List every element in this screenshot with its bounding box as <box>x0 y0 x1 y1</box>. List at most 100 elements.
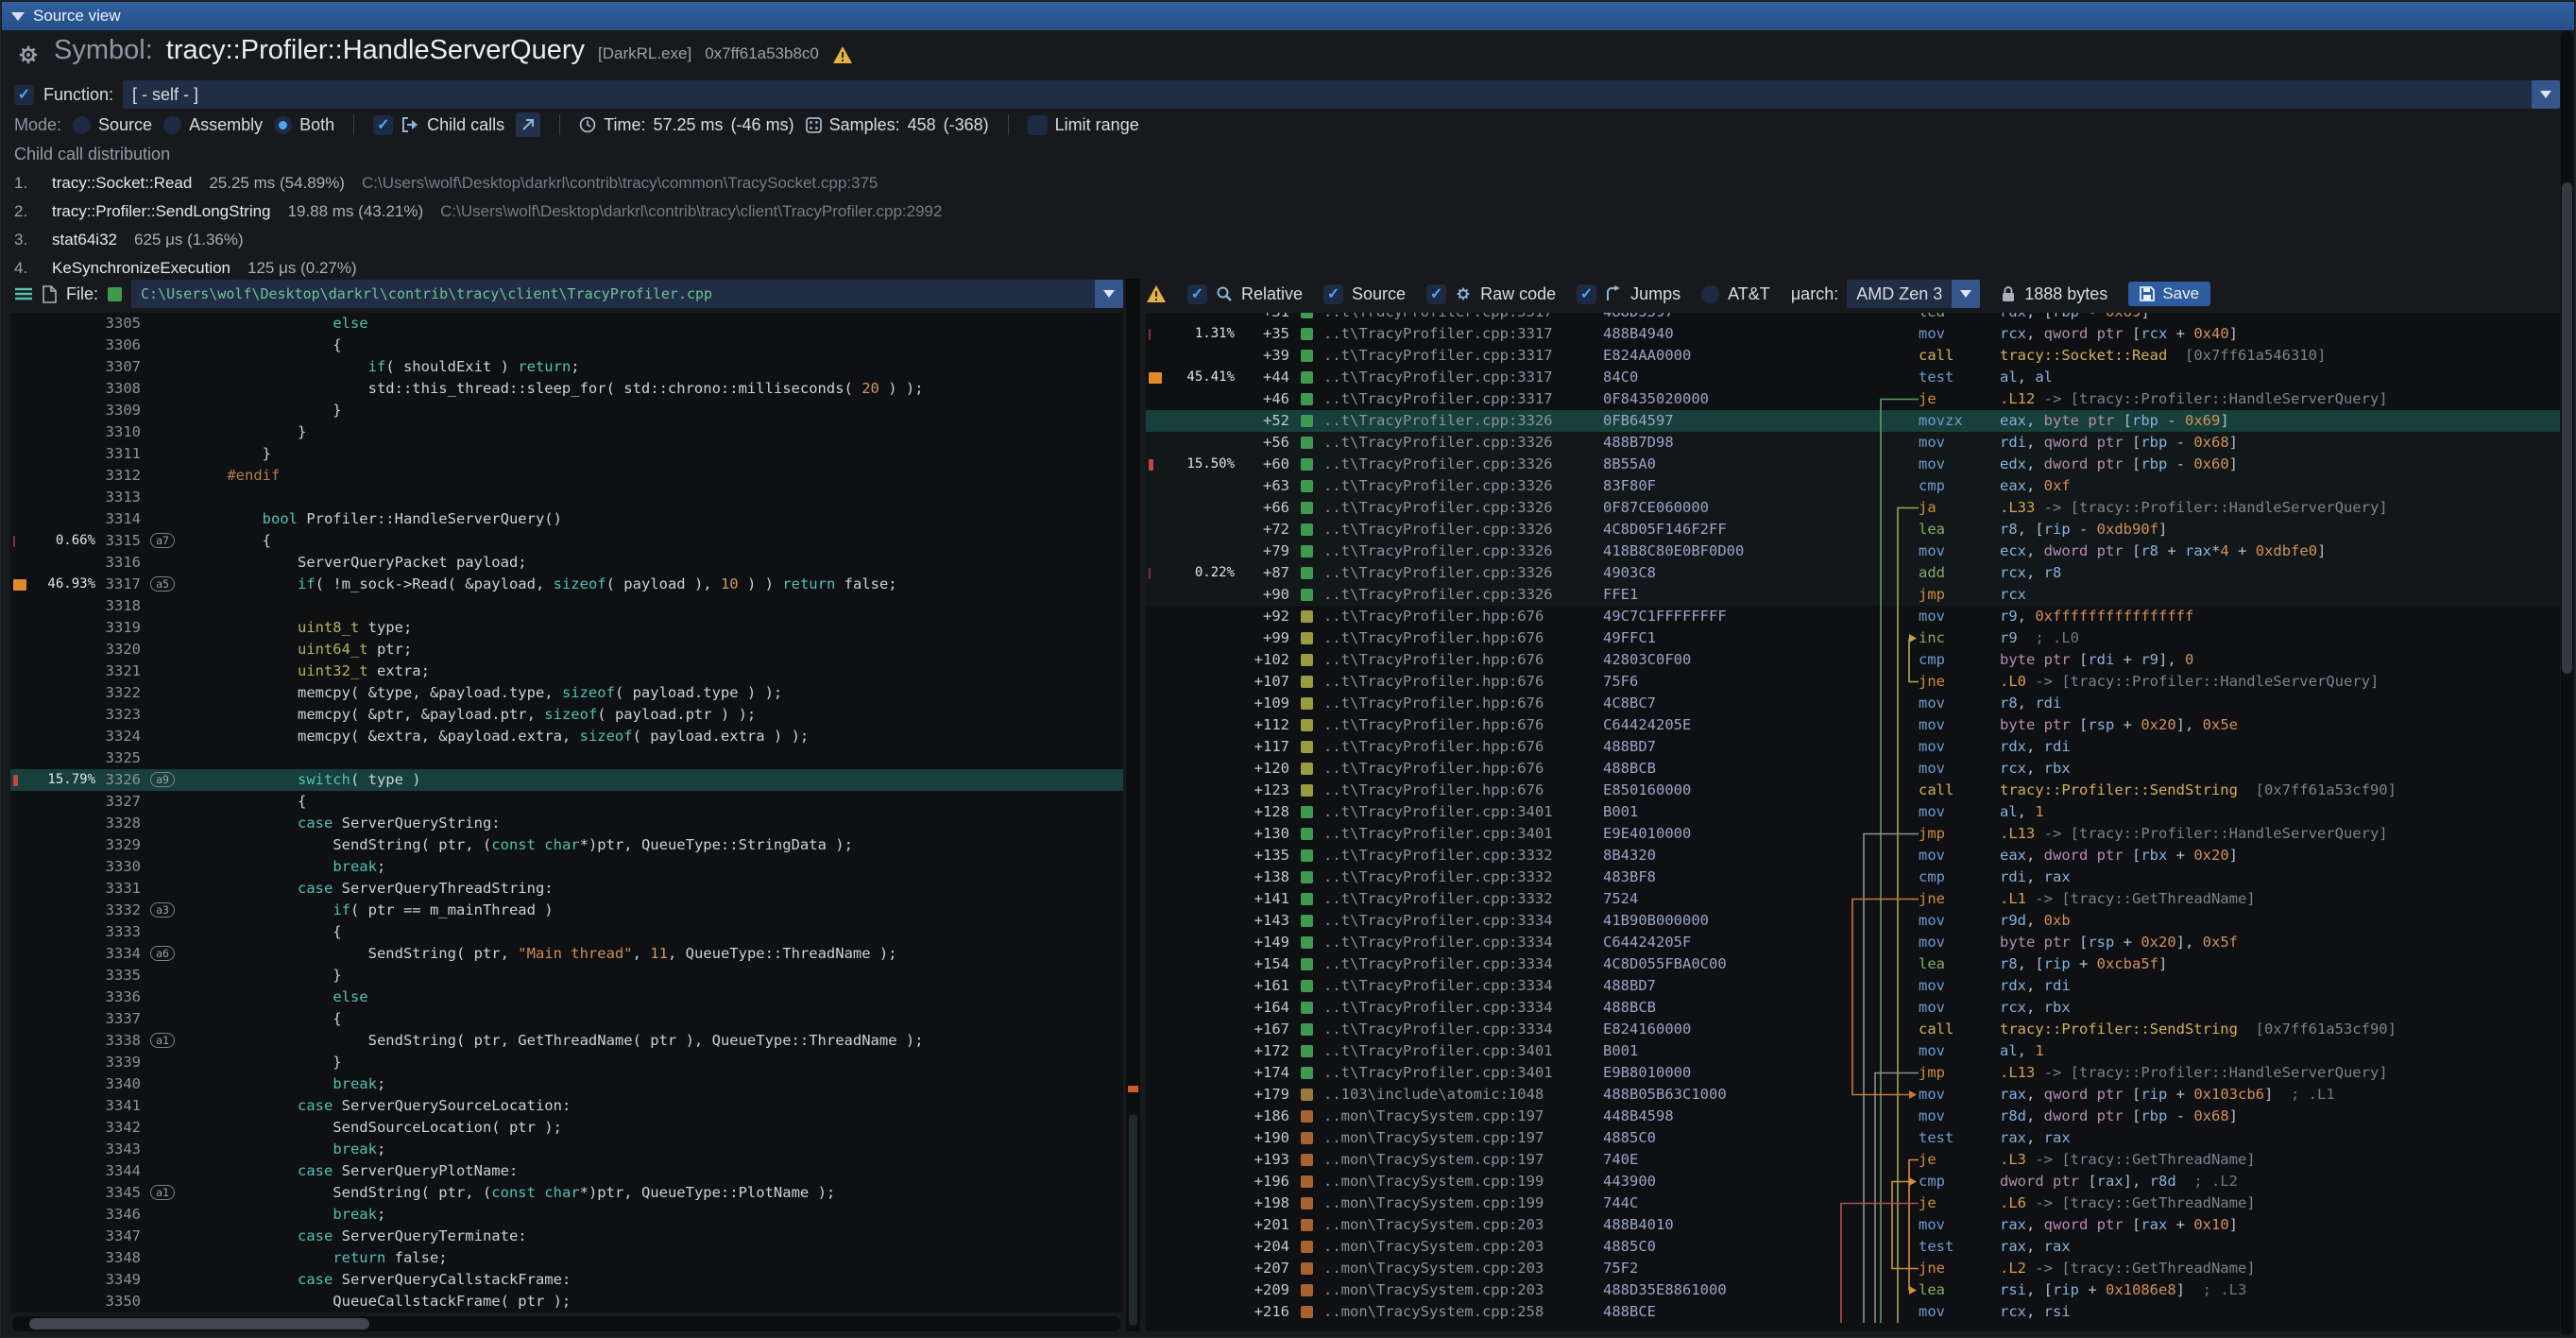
source-line[interactable]: 3306 { <box>10 334 1123 356</box>
scrollbar-handle[interactable] <box>1129 1114 1137 1326</box>
source-line[interactable]: 3319 uint8_t type; <box>10 617 1123 639</box>
source-line[interactable]: 3321 uint32_t extra; <box>10 660 1123 682</box>
asm-row[interactable]: +186..mon\TracySystem.cpp:197448B4598mov… <box>1146 1106 2560 1127</box>
asm-row[interactable]: +174..t\TracyProfiler.cpp:3401E9B8010000… <box>1146 1062 2560 1084</box>
source-line[interactable]: 3331 case ServerQueryThreadString: <box>10 878 1123 900</box>
source-line[interactable]: 3334a6 SendString( ptr, "Main thread", 1… <box>10 943 1123 965</box>
asm-row[interactable]: +128..t\TracyProfiler.cpp:3401B001moval,… <box>1146 801 2560 823</box>
radio-icon[interactable] <box>274 116 292 134</box>
source-line[interactable]: 3349 case ServerQueryCallstackFrame: <box>10 1269 1123 1291</box>
source-line[interactable]: 3305 else <box>10 313 1123 334</box>
asm-row[interactable]: +56..t\TracyProfiler.cpp:3326488B7D98mov… <box>1146 432 2560 454</box>
asm-row[interactable]: +172..t\TracyProfiler.cpp:3401B001moval,… <box>1146 1040 2560 1062</box>
asm-row[interactable]: +52..t\TracyProfiler.cpp:33260FB64597mov… <box>1146 410 2560 432</box>
asm-row[interactable]: +138..t\TracyProfiler.cpp:3332483BF8cmpr… <box>1146 866 2560 888</box>
asm-row[interactable]: +179..103\include\atomic:1048488B05B63C1… <box>1146 1084 2560 1106</box>
asm-row[interactable]: 0.22%+87..t\TracyProfiler.cpp:33264903C8… <box>1146 562 2560 584</box>
source-line[interactable]: 3318 <box>10 595 1123 617</box>
function-checkbox[interactable] <box>14 85 34 105</box>
child-calls-toggle[interactable]: Child calls <box>373 115 504 135</box>
open-external-button[interactable] <box>516 112 540 137</box>
source-line[interactable]: 3343 break; <box>10 1139 1123 1160</box>
jumps-toggle[interactable]: Jumps <box>1577 284 1680 304</box>
source-line[interactable]: 3332a3 if( ptr == m_mainThread ) <box>10 900 1123 921</box>
asm-row[interactable]: +167..t\TracyProfiler.cpp:3334E824160000… <box>1146 1019 2560 1040</box>
asm-row[interactable]: 1.31%+35..t\TracyProfiler.cpp:3317488B49… <box>1146 323 2560 345</box>
source-toggle[interactable]: Source <box>1323 284 1406 304</box>
source-line[interactable]: 3336 else <box>10 986 1123 1008</box>
asm-row[interactable]: +130..t\TracyProfiler.cpp:3401E9E4010000… <box>1146 823 2560 845</box>
asm-row[interactable]: +39..t\TracyProfiler.cpp:3317E824AA0000c… <box>1146 345 2560 367</box>
limit-range-checkbox[interactable] <box>1028 115 1048 135</box>
source-line[interactable]: 3328 case ServerQueryString: <box>10 813 1123 834</box>
raw-code-toggle[interactable]: Raw code <box>1426 284 1556 304</box>
scrollbar-handle[interactable] <box>2562 182 2572 674</box>
source-line[interactable]: 3335 } <box>10 965 1123 986</box>
source-line[interactable]: 0.66%3315a7 { <box>10 530 1123 552</box>
asm-row[interactable]: +112..t\TracyProfiler.hpp:676C64424205Em… <box>1146 714 2560 736</box>
asm-row[interactable]: 15.50%+60..t\TracyProfiler.cpp:33268B55A… <box>1146 454 2560 475</box>
source-line[interactable]: 3330 break; <box>10 856 1123 878</box>
asm-row[interactable]: +141..t\TracyProfiler.cpp:33327524jne.L1… <box>1146 888 2560 910</box>
mode-radio-both[interactable]: Both <box>274 115 334 135</box>
asm-row[interactable]: +79..t\TracyProfiler.cpp:3326418B8C80E0B… <box>1146 540 2560 562</box>
child-call-item[interactable]: 1.tracy::Socket::Read25.25 ms (54.89%)C:… <box>14 169 2547 197</box>
asm-row[interactable]: +120..t\TracyProfiler.hpp:676488BCBmovrc… <box>1146 758 2560 780</box>
source-line[interactable]: 3338a1 SendString( ptr, GetThreadName( p… <box>10 1030 1123 1052</box>
source-line[interactable]: 3323 memcpy( &ptr, &payload.ptr, sizeof(… <box>10 704 1123 726</box>
asm-row[interactable]: +161..t\TracyProfiler.cpp:3334488BD7movr… <box>1146 975 2560 997</box>
collapse-arrow-icon[interactable] <box>11 12 25 21</box>
source-line[interactable]: 3348 return false; <box>10 1247 1123 1269</box>
asm-row[interactable]: +196..mon\TracySystem.cpp:199443900cmpdw… <box>1146 1171 2560 1192</box>
asm-row[interactable]: +102..t\TracyProfiler.hpp:67642803C0F00c… <box>1146 649 2560 671</box>
source-line[interactable]: 15.79%3326a9 switch( type ) <box>10 769 1123 791</box>
asm-row[interactable]: +207..mon\TracySystem.cpp:20375F2jne.L2 … <box>1146 1258 2560 1279</box>
source-line[interactable]: 3337 { <box>10 1008 1123 1030</box>
source-line[interactable]: 3307 if( shouldExit ) return; <box>10 356 1123 378</box>
asm-row[interactable]: +66..t\TracyProfiler.cpp:33260F87CE06000… <box>1146 497 2560 519</box>
asm-row[interactable]: +164..t\TracyProfiler.cpp:3334488BCBmovr… <box>1146 997 2560 1019</box>
asm-row[interactable]: +123..t\TracyProfiler.hpp:676E850160000c… <box>1146 780 2560 801</box>
uarch-combo[interactable]: AMD Zen 3 <box>1847 280 1980 308</box>
jumps-checkbox[interactable] <box>1577 284 1596 304</box>
horizontal-scrollbar[interactable] <box>12 1316 1121 1331</box>
mode-radio-assembly[interactable]: Assembly <box>163 115 263 135</box>
relative-checkbox[interactable] <box>1187 284 1207 304</box>
source-line[interactable]: 3341 case ServerQuerySourceLocation: <box>10 1095 1123 1117</box>
source-line[interactable]: 3345a1 SendString( ptr, (const char*)ptr… <box>10 1182 1123 1204</box>
asm-row[interactable]: +201..mon\TracySystem.cpp:203488B4010mov… <box>1146 1214 2560 1236</box>
save-button[interactable]: Save <box>2128 282 2210 306</box>
asm-row[interactable]: +107..t\TracyProfiler.hpp:67675F6jne.L0 … <box>1146 671 2560 693</box>
source-line[interactable]: 3312 #endif <box>10 465 1123 487</box>
asm-view[interactable]: +31..t\TracyProfiler.cpp:3317488D5597lea… <box>1146 313 2560 1331</box>
asm-row[interactable]: +109..t\TracyProfiler.hpp:6764C8BC7movr8… <box>1146 693 2560 714</box>
limit-range-toggle[interactable]: Limit range <box>1028 115 1139 135</box>
source-line[interactable]: 3311 } <box>10 443 1123 465</box>
window-titlebar[interactable]: Source view <box>2 2 2574 30</box>
child-call-item[interactable]: 4.KeSynchronizeExecution125 μs (0.27%) <box>14 254 2547 277</box>
source-line[interactable]: 3308 std::this_thread::sleep_for( std::c… <box>10 378 1123 400</box>
source-vertical-scrollbar[interactable] <box>1126 279 1140 1331</box>
asm-row[interactable]: +99..t\TracyProfiler.hpp:67649FFC1incr9 … <box>1146 627 2560 649</box>
source-line[interactable]: 3310 } <box>10 421 1123 443</box>
source-checkbox[interactable] <box>1323 284 1343 304</box>
window-vertical-scrollbar[interactable] <box>2561 31 2573 1335</box>
asm-row[interactable]: +193..mon\TracySystem.cpp:197740Eje.L3 -… <box>1146 1149 2560 1171</box>
asm-row[interactable]: +72..t\TracyProfiler.cpp:33264C8D05F146F… <box>1146 519 2560 540</box>
radio-icon[interactable] <box>73 116 91 134</box>
source-line[interactable]: 3346 break; <box>10 1204 1123 1226</box>
scrollbar-handle[interactable] <box>29 1318 369 1329</box>
source-line[interactable]: 3309 } <box>10 400 1123 421</box>
mode-radio-source[interactable]: Source <box>73 115 152 135</box>
asm-row[interactable]: +63..t\TracyProfiler.cpp:332683F80Fcmpea… <box>1146 475 2560 497</box>
asm-row[interactable]: +143..t\TracyProfiler.cpp:333441B90B0000… <box>1146 910 2560 932</box>
att-toggle[interactable]: AT&T <box>1701 284 1770 304</box>
source-line[interactable]: 3314 bool Profiler::HandleServerQuery() <box>10 508 1123 530</box>
source-line[interactable]: 3324 memcpy( &extra, &payload.extra, siz… <box>10 726 1123 747</box>
source-line[interactable]: 3313 <box>10 487 1123 508</box>
source-view[interactable]: 3305 else3306 {3307 if( shouldExit ) ret… <box>10 313 1123 1312</box>
source-line[interactable]: 46.93%3317a5 if( !m_sock->Read( &payload… <box>10 574 1123 595</box>
file-combo[interactable]: C:\Users\wolf\Desktop\darkrl\contrib\tra… <box>131 280 1123 308</box>
asm-row[interactable]: +46..t\TracyProfiler.cpp:33170F843502000… <box>1146 388 2560 410</box>
asm-row[interactable]: 45.41%+44..t\TracyProfiler.cpp:331784C0t… <box>1146 367 2560 388</box>
